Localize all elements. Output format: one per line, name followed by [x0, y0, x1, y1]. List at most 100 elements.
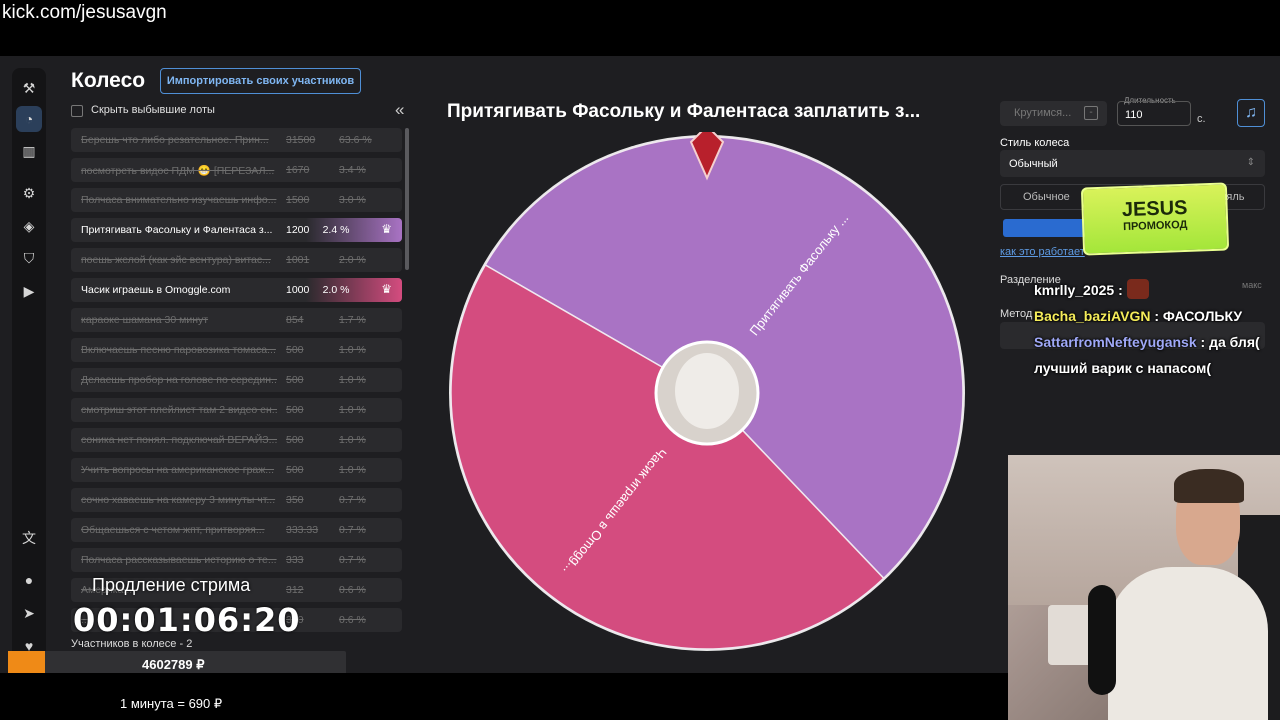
double-chevron-left-icon[interactable]: « [395, 100, 404, 120]
lot-row[interactable]: сочно хаваешь на камеру 3 минуты чт... 35… [71, 488, 402, 512]
lot-percent: 2.4 % [322, 224, 350, 236]
select-arrows-icon: ⇕ [1246, 157, 1255, 168]
lot-percent: 3.0 % [339, 194, 366, 206]
url-text: kick.com/jesusavgn [2, 2, 167, 23]
lot-row[interactable]: Полчаса рассказываешь историю о те... 333… [71, 548, 402, 572]
lot-name: сочно хаваешь на камеру 3 минуты чт... [81, 494, 276, 506]
github-icon[interactable]: ● [16, 567, 42, 593]
chat-message: SattarfromNefteyugansk : да бля( лучший … [1034, 334, 1260, 376]
lot-name: Включаешь песню паровозика томаса... [81, 344, 276, 356]
lot-name: Полчаса внимательно изучаешь инфо... [81, 194, 277, 206]
lot-percent: 1.0 % [339, 434, 366, 446]
chat-username: Bacha_baziAVGN [1034, 308, 1151, 324]
layers-icon[interactable]: ◈ [16, 213, 42, 239]
lot-list-scrollbar[interactable] [405, 128, 409, 270]
import-participants-button[interactable]: Импортировать своих участников [160, 68, 361, 94]
donation-total: 4602789 ₽ [142, 657, 205, 672]
mode-normal[interactable]: Обычное [1023, 191, 1070, 203]
lot-name: Общаешься с четом жпт, притворяя... [81, 524, 265, 536]
participants-count: Участников в колесе - 2 [71, 638, 193, 650]
lot-amount: 500 [286, 464, 304, 476]
page-title: Колесо [71, 69, 146, 92]
lot-percent: 0.6 % [339, 584, 366, 596]
lot-name: Учить вопросы на американское граж... [81, 464, 275, 476]
lot-amount: 312 [286, 584, 304, 596]
spin-minus-button[interactable]: - [1084, 106, 1098, 120]
lot-row[interactable]: посмотреть видос ПДМ 😁 [ПЕРЕЗАЛ... 1670 3.… [71, 158, 402, 182]
spin-button[interactable]: Крутимся... - [1000, 101, 1107, 126]
wheel-style-select[interactable]: Обычный ⇕ [1000, 150, 1265, 177]
lot-name: смотриш этот плейлист там 2 видео ен... [81, 404, 277, 416]
lot-row[interactable]: смотриш этот плейлист там 2 видео ен... 5… [71, 398, 402, 422]
video-icon[interactable]: ▶ [16, 278, 42, 304]
chat-message: Bacha_baziAVGN : ФАСОЛЬКУ [1034, 308, 1243, 324]
lot-percent: 1.0 % [339, 404, 366, 416]
cat-face-icon [675, 353, 739, 429]
method-label: Метод [1000, 308, 1033, 320]
wheel-style-value: Обычный [1009, 158, 1058, 170]
crown-icon[interactable]: ♛ [381, 282, 392, 296]
chat-text: ФАСОЛЬКУ [1162, 308, 1243, 324]
spin-button-label: Крутимся... [1014, 107, 1072, 119]
prize-wheel[interactable]: Притягивать Фасольку ...Часик играешь в … [446, 132, 968, 654]
lot-row[interactable]: Берешь что либо резательное. Прин... 3150… [71, 128, 402, 152]
lot-color-tag: 2.0 % ♛ [306, 278, 402, 302]
lot-percent: 0.6 % [339, 614, 366, 626]
lot-row[interactable]: Притягивать Фасольку и Фалентаса з... 120… [71, 218, 402, 242]
shield-icon[interactable]: ⛉ [16, 245, 42, 271]
lot-row[interactable]: караоке шамана 30 минут 854 1.7 % [71, 308, 402, 332]
lot-row[interactable]: Включаешь песню паровозика томаса... 500 1… [71, 338, 402, 362]
lot-color-tag: 2.4 % ♛ [306, 218, 402, 242]
lot-amount: 500 [286, 404, 304, 416]
lot-row[interactable]: поешь желой (как эйс вентура) витас... 10… [71, 248, 402, 272]
lot-name: Часик играешь в Omoggle.com [81, 284, 231, 296]
lot-percent: 0.7 % [339, 554, 366, 566]
lot-percent: 3.4 % [339, 164, 366, 176]
emote-icon [1126, 279, 1149, 299]
lot-percent: 2.0 % [339, 254, 366, 266]
lot-amount: 31500 [286, 134, 316, 146]
lot-row[interactable]: Делаешь пробор на голове по середин... 50… [71, 368, 402, 392]
hide-out-label: Скрыть выбывшие лоты [91, 104, 215, 116]
lot-name: Притягивать Фасольку и Фалентаса з... [81, 224, 273, 236]
wheel-icon[interactable]: ◔ [16, 106, 42, 132]
mode-progress [1003, 219, 1088, 237]
rate-label: 1 минута = 690 ₽ [120, 696, 223, 711]
extension-timer: 00:01:06:20 [73, 601, 301, 639]
lot-name: Полчаса рассказываешь историю о те... [81, 554, 277, 566]
lot-percent: 2.0 % [322, 284, 350, 296]
wheel-title: Притягивать Фасольку и Фалентаса заплати… [447, 101, 921, 122]
lot-row[interactable]: Общаешься с четом жпт, притворяя... 333.3… [71, 518, 402, 542]
gavel-icon[interactable]: ⚒ [16, 75, 42, 101]
telegram-icon[interactable]: ➤ [16, 600, 42, 626]
chat-username: SattarfromNefteyugansk [1034, 334, 1197, 350]
lot-amount: 500 [286, 434, 304, 446]
stats-icon[interactable]: ▥ [16, 138, 42, 164]
music-note-icon[interactable]: ♫ [1237, 99, 1265, 127]
wheel-style-label: Стиль колеса [1000, 137, 1070, 149]
lot-amount: 854 [286, 314, 304, 326]
lot-name: посмотреть видос ПДМ 😁 [ПЕРЕЗАЛ... [81, 165, 275, 177]
lot-list: Берешь что либо резательное. Прин... 3150… [71, 128, 402, 638]
lot-row[interactable]: соника нет понял. подключай ВЕРАЙЗ... 500… [71, 428, 402, 452]
how-it-works-link[interactable]: как это работает [1000, 246, 1085, 258]
chat-message: kmrlly_2025 : [1034, 277, 1279, 303]
gear-icon[interactable]: ⚙ [16, 180, 42, 206]
crown-icon[interactable]: ♛ [381, 222, 392, 236]
lot-percent: 0.7 % [339, 494, 366, 506]
lot-row[interactable]: Полчаса внимательно изучаешь инфо... 1500… [71, 188, 402, 212]
hide-out-checkbox[interactable] [71, 105, 83, 117]
translate-icon[interactable]: 文 [16, 525, 42, 551]
lot-percent: 63.6 % [339, 134, 372, 146]
lot-amount: 333.33 [286, 524, 319, 536]
chat-username: kmrlly_2025 [1034, 282, 1115, 298]
lot-percent: 0.7 % [339, 524, 366, 536]
lot-amount: 1001 [286, 254, 310, 266]
lot-row[interactable]: Учить вопросы на американское граж... 500… [71, 458, 402, 482]
lot-percent: 1.7 % [339, 314, 366, 326]
lot-amount: 1500 [286, 194, 310, 206]
extension-label: Продление стрима [92, 575, 251, 595]
lot-row[interactable]: Часик играешь в Omoggle.com 1000 2.0 % ♛ [71, 278, 402, 302]
duration-input[interactable]: 110 [1117, 101, 1191, 126]
duration-unit: с. [1197, 113, 1206, 125]
